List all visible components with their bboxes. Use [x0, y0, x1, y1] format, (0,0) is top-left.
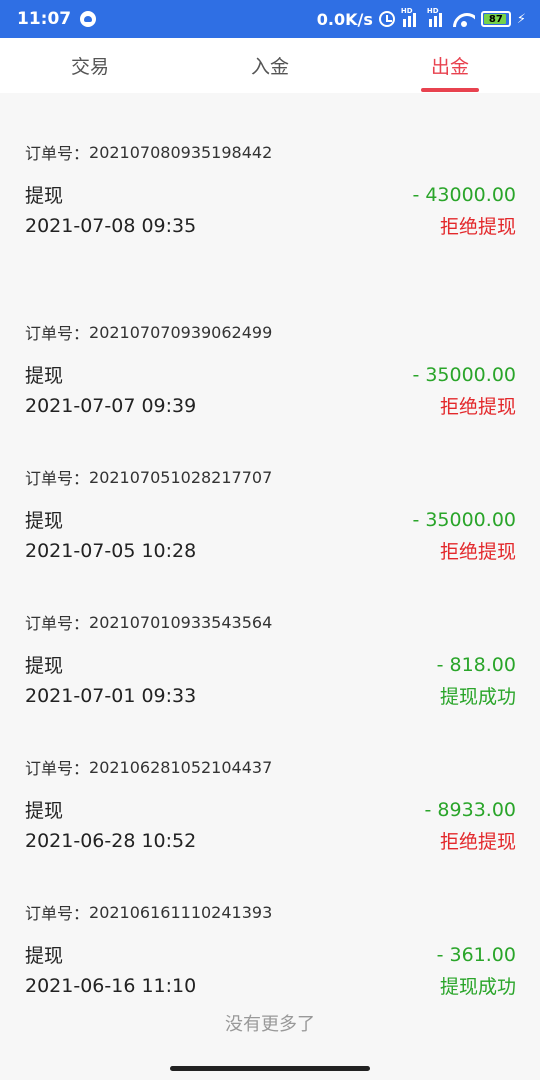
- withdraw-record[interactable]: 订单号： 202107051028217707 提现 - 35000.00 2021-0…: [0, 418, 540, 564]
- order-number: 202107080935198442: [89, 142, 273, 162]
- hd-badge: HD: [400, 7, 413, 15]
- order-label: 订单号：: [25, 469, 90, 488]
- withdraw-record[interactable]: 订单号： 202106281052104437 提现 - 8933.00 2021-06…: [0, 708, 540, 854]
- record-type: 提现: [25, 510, 64, 532]
- record-amount: - 35000.00: [412, 508, 516, 531]
- record-amount: - 361.00: [436, 943, 516, 966]
- withdraw-record[interactable]: 订单号： 202107070939062499 提现 - 35000.00 2021-0…: [0, 273, 540, 419]
- record-status: 拒绝提现: [439, 396, 516, 418]
- charging-bolt-icon: ⚡: [516, 11, 526, 27]
- record-status: 提现成功: [439, 976, 516, 998]
- record-datetime: 2021-06-28 10:52: [25, 829, 197, 852]
- record-datetime: 2021-07-07 09:39: [25, 394, 197, 417]
- record-status: 拒绝提现: [439, 541, 516, 563]
- record-type: 提现: [25, 365, 64, 387]
- record-type: 提现: [25, 945, 64, 967]
- record-status: 拒绝提现: [439, 831, 516, 853]
- record-datetime: 2021-06-16 11:10: [25, 974, 197, 997]
- record-datetime: 2021-07-01 09:33: [25, 684, 197, 707]
- order-label: 订单号：: [25, 759, 90, 778]
- record-type: 提现: [25, 655, 64, 677]
- signal-icon: HD: [401, 7, 421, 27]
- order-label: 订单号：: [25, 904, 90, 923]
- tab-withdraw[interactable]: 出金: [360, 38, 540, 93]
- battery-percent: 87: [488, 13, 503, 25]
- order-line: 订单号： 202107070939062499: [25, 321, 516, 344]
- order-number: 202107070939062499: [89, 322, 273, 342]
- order-line: 订单号： 202107051028217707: [25, 466, 516, 489]
- clock: 11:07: [17, 9, 72, 29]
- signal-icon: HD: [427, 7, 447, 27]
- tab-deposit[interactable]: 入金: [180, 38, 360, 93]
- wifi-icon: [453, 11, 475, 27]
- tab-bar: 交易 入金 出金: [0, 38, 540, 93]
- record-type: 提现: [25, 800, 64, 822]
- withdraw-record[interactable]: 订单号： 202107080935198442 提现 - 43000.00 2021-0…: [0, 93, 540, 273]
- record-amount: - 35000.00: [412, 363, 516, 386]
- battery-icon: 87: [480, 11, 511, 27]
- network-speed: 0.0K/s: [316, 9, 373, 29]
- home-indicator[interactable]: [170, 1066, 370, 1071]
- withdraw-record[interactable]: 订单号： 202106161110241393 提现 - 361.00 2021-06-…: [0, 853, 540, 999]
- order-number: 202107010933543564: [89, 612, 273, 632]
- alarm-icon: [378, 11, 395, 27]
- order-label: 订单号：: [25, 614, 90, 633]
- record-amount: - 43000.00: [412, 183, 516, 206]
- order-line: 订单号： 202107080935198442: [25, 141, 516, 164]
- order-number: 202106281052104437: [89, 757, 273, 777]
- order-line: 订单号： 202106281052104437: [25, 756, 516, 779]
- order-line: 订单号： 202107010933543564: [25, 611, 516, 634]
- tab-trade[interactable]: 交易: [0, 38, 180, 93]
- order-number: 202107051028217707: [89, 467, 273, 487]
- withdraw-record[interactable]: 订单号： 202107010933543564 提现 - 818.00 2021-07-…: [0, 563, 540, 709]
- order-label: 订单号：: [25, 144, 90, 163]
- cloud-notification-icon: [80, 11, 97, 27]
- record-type: 提现: [25, 185, 64, 207]
- withdraw-record-list: 订单号： 202107080935198442 提现 - 43000.00 2021-0…: [0, 93, 540, 999]
- record-datetime: 2021-07-05 10:28: [25, 539, 197, 562]
- hd-badge: HD: [426, 7, 439, 15]
- record-status: 拒绝提现: [439, 216, 516, 238]
- order-line: 订单号： 202106161110241393: [25, 901, 516, 924]
- record-amount: - 8933.00: [424, 798, 516, 821]
- record-datetime: 2021-07-08 09:35: [25, 214, 197, 237]
- status-bar: 11:07 0.0K/s HD HD 87 ⚡: [0, 0, 540, 38]
- order-label: 订单号：: [25, 324, 90, 343]
- no-more-text: 没有更多了: [225, 1014, 315, 1035]
- record-status: 提现成功: [439, 686, 516, 708]
- record-amount: - 818.00: [436, 653, 516, 676]
- order-number: 202106161110241393: [89, 902, 273, 922]
